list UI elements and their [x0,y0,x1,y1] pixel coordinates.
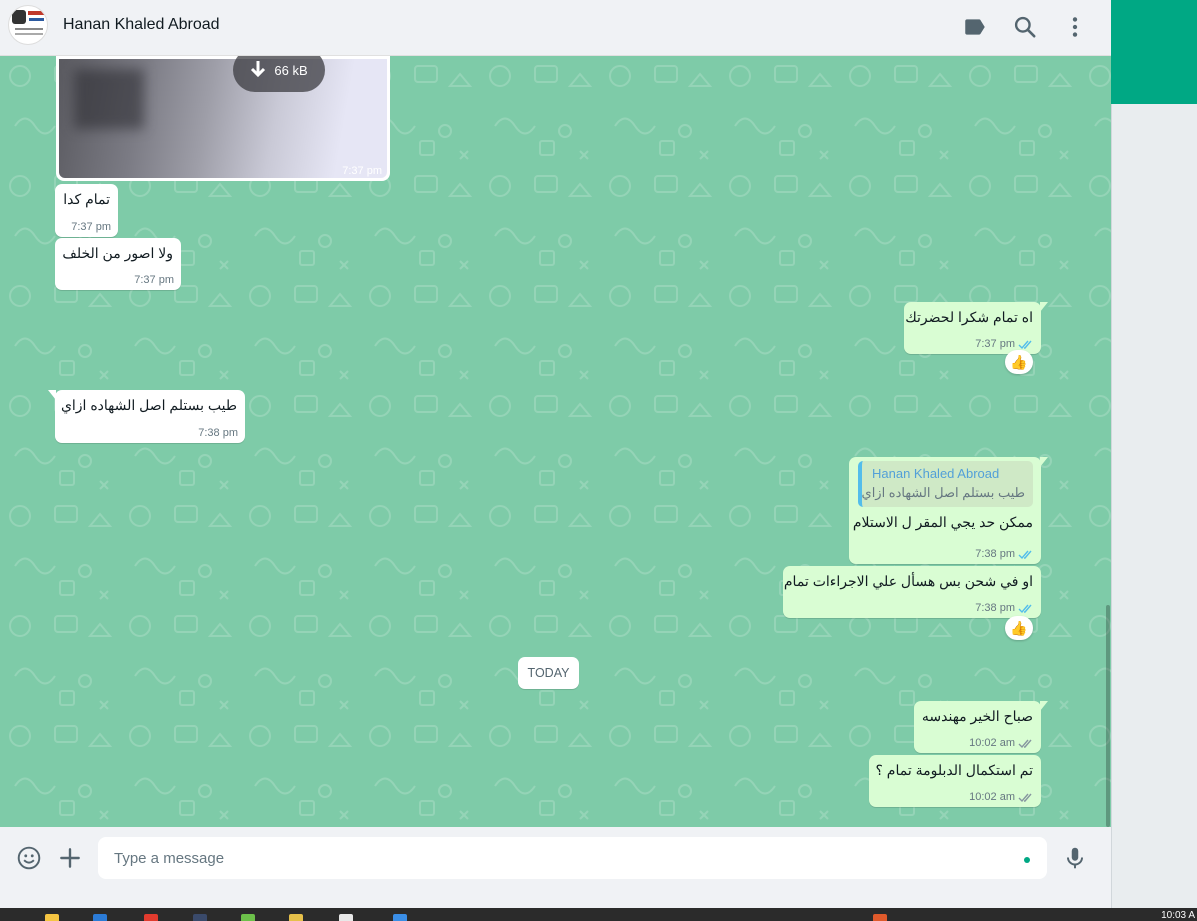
emoji-icon[interactable] [16,845,42,871]
delivered-ticks-icon [1018,739,1032,748]
message-text: او في شحن بس هسأل علي الاجراءات تمام [783,573,1033,589]
contact-avatar[interactable] [8,5,48,45]
reaction-badge[interactable]: 👍 [1005,350,1033,374]
read-ticks-icon [1018,604,1032,613]
chat-scrollbar[interactable] [1106,605,1110,827]
taskbar-app-icon[interactable] [93,914,107,921]
message-text: ولا اصور من الخلف [62,245,173,261]
read-ticks-icon [1018,340,1032,349]
taskbar-app-icon[interactable] [393,914,407,921]
message-time: 7:38 pm [975,548,1015,560]
message-text: صباح الخير مهندسه [921,708,1033,724]
download-button[interactable]: 66 kB [233,56,325,92]
taskbar-app-icon[interactable] [241,914,255,921]
message-time: 7:38 pm [198,427,238,439]
outgoing-message[interactable]: صباح الخير مهندسه 10:02 am [914,701,1048,753]
message-time: 7:37 pm [71,221,111,233]
search-icon[interactable] [1012,14,1038,40]
taskbar-clock[interactable]: 10:03 A [1161,910,1195,921]
chat-header: Hanan Khaled Abroad [0,0,1111,56]
outgoing-message[interactable]: اه تمام شكرا لحضرتك 7:37 pm [904,302,1048,354]
quoted-message[interactable]: Hanan Khaled Abroad طيب بستلم اصل الشهاد… [858,461,1033,507]
message-time: 10:02 am [969,791,1015,803]
read-ticks-icon [1018,550,1032,559]
download-arrow-icon [251,61,266,78]
outgoing-message[interactable]: او في شحن بس هسأل علي الاجراءات تمام 7:3… [783,566,1041,618]
taskbar-app-icon[interactable] [45,914,59,921]
quote-text: طيب بستلم اصل الشهاده ازاي [861,485,1025,500]
message-time: 7:38 pm [975,602,1015,614]
message-time: 7:37 pm [975,338,1015,350]
image-message[interactable]: 66 kB 7:37 pm [56,56,390,181]
message-text: تمام كدا [63,191,110,207]
message-time: 7:37 pm [134,274,174,286]
side-panel-header [1111,0,1197,104]
message-input[interactable] [98,837,1047,879]
message-composer [0,827,1111,889]
incoming-message[interactable]: ولا اصور من الخلف 7:37 pm [55,238,181,290]
message-text: اه تمام شكرا لحضرتك [905,309,1033,325]
quote-author: Hanan Khaled Abroad [872,466,1000,481]
taskbar-tray-icon[interactable] [873,914,887,921]
incoming-message[interactable]: طيب بستلم اصل الشهاده ازاي 7:38 pm [48,390,245,443]
message-time: 10:02 am [969,737,1015,749]
taskbar-app-icon[interactable] [289,914,303,921]
input-status-dot [1024,857,1030,863]
os-taskbar: 10:03 A [0,908,1197,921]
delivered-ticks-icon [1018,793,1032,802]
label-icon[interactable] [962,14,988,40]
message-text: تم استكمال الدبلومة تمام ؟ [875,762,1033,778]
chat-panel[interactable]: 66 kB 7:37 pm تمام كدا 7:37 pm ولا اصور … [0,56,1111,827]
reaction-badge[interactable]: 👍 [1005,616,1033,640]
whatsapp-window: Hanan Khaled Abroad 66 kB 7:37 pm تمام ك… [0,0,1111,908]
date-divider: TODAY [518,657,579,689]
outgoing-reply-message[interactable]: Hanan Khaled Abroad طيب بستلم اصل الشهاد… [849,457,1048,564]
contact-name[interactable]: Hanan Khaled Abroad [63,16,220,34]
outgoing-message[interactable]: تم استكمال الدبلومة تمام ؟ 10:02 am [869,755,1041,807]
taskbar-app-icon[interactable] [193,914,207,921]
taskbar-app-icon[interactable] [339,914,353,921]
attach-plus-icon[interactable] [57,845,83,871]
download-size: 66 kB [274,62,308,78]
side-panel [1111,104,1197,908]
blurred-image-thumbnail[interactable] [59,59,387,178]
microphone-icon[interactable] [1062,845,1088,871]
message-time: 7:37 pm [342,165,382,177]
menu-kebab-icon[interactable] [1062,14,1088,40]
taskbar-app-icon[interactable] [144,914,158,921]
incoming-message[interactable]: تمام كدا 7:37 pm [55,184,118,237]
message-text: ممكن حد يجي المقر ل الاستلام [852,514,1033,530]
message-text: طيب بستلم اصل الشهاده ازاي [60,397,237,413]
